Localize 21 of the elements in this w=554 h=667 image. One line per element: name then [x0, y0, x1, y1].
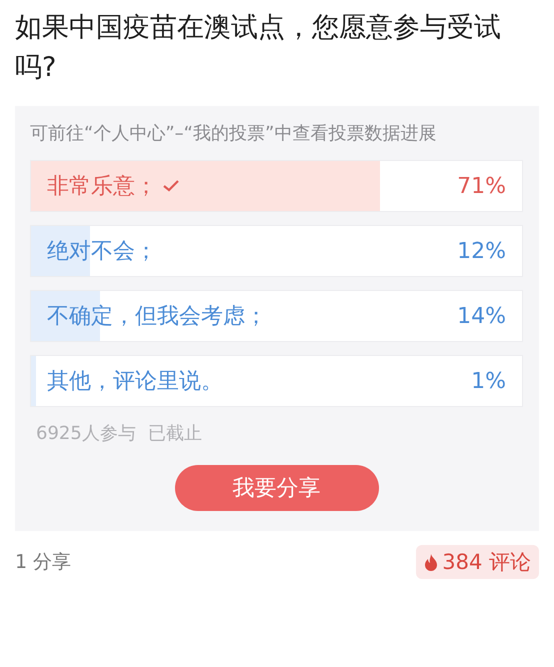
option-label: 不确定，但我会考虑；: [47, 303, 267, 331]
poll-option[interactable]: 非常乐意； 71%: [30, 160, 523, 212]
participant-count: 6925人参与: [36, 422, 136, 445]
option-label: 非常乐意；: [47, 173, 157, 201]
option-label: 绝对不会；: [47, 238, 157, 266]
option-percent: 1%: [471, 368, 506, 394]
poll-status: 已截止: [148, 422, 202, 445]
poll-option[interactable]: 不确定，但我会考虑； 14%: [30, 290, 523, 342]
poll-option[interactable]: 其他，评论里说。 1%: [30, 355, 523, 407]
poll-title: 如果中国疫苗在澳试点，您愿意参与受试吗?: [15, 11, 502, 85]
flame-icon: [424, 554, 438, 570]
checkmark-icon: [163, 180, 179, 192]
option-percent: 14%: [457, 304, 506, 328]
share-count: 1 分享: [15, 550, 72, 575]
poll-option[interactable]: 绝对不会； 12%: [30, 225, 523, 277]
hint-text: 可前往“个人中心”–“我的投票”中查看投票数据进展: [30, 122, 438, 146]
option-label: 其他，评论里说。: [47, 368, 223, 396]
share-button[interactable]: 我要分享: [174, 465, 378, 511]
comments-button[interactable]: 384 评论: [416, 545, 539, 579]
option-percent: 12%: [457, 238, 506, 264]
option-percent: 71%: [457, 174, 506, 198]
